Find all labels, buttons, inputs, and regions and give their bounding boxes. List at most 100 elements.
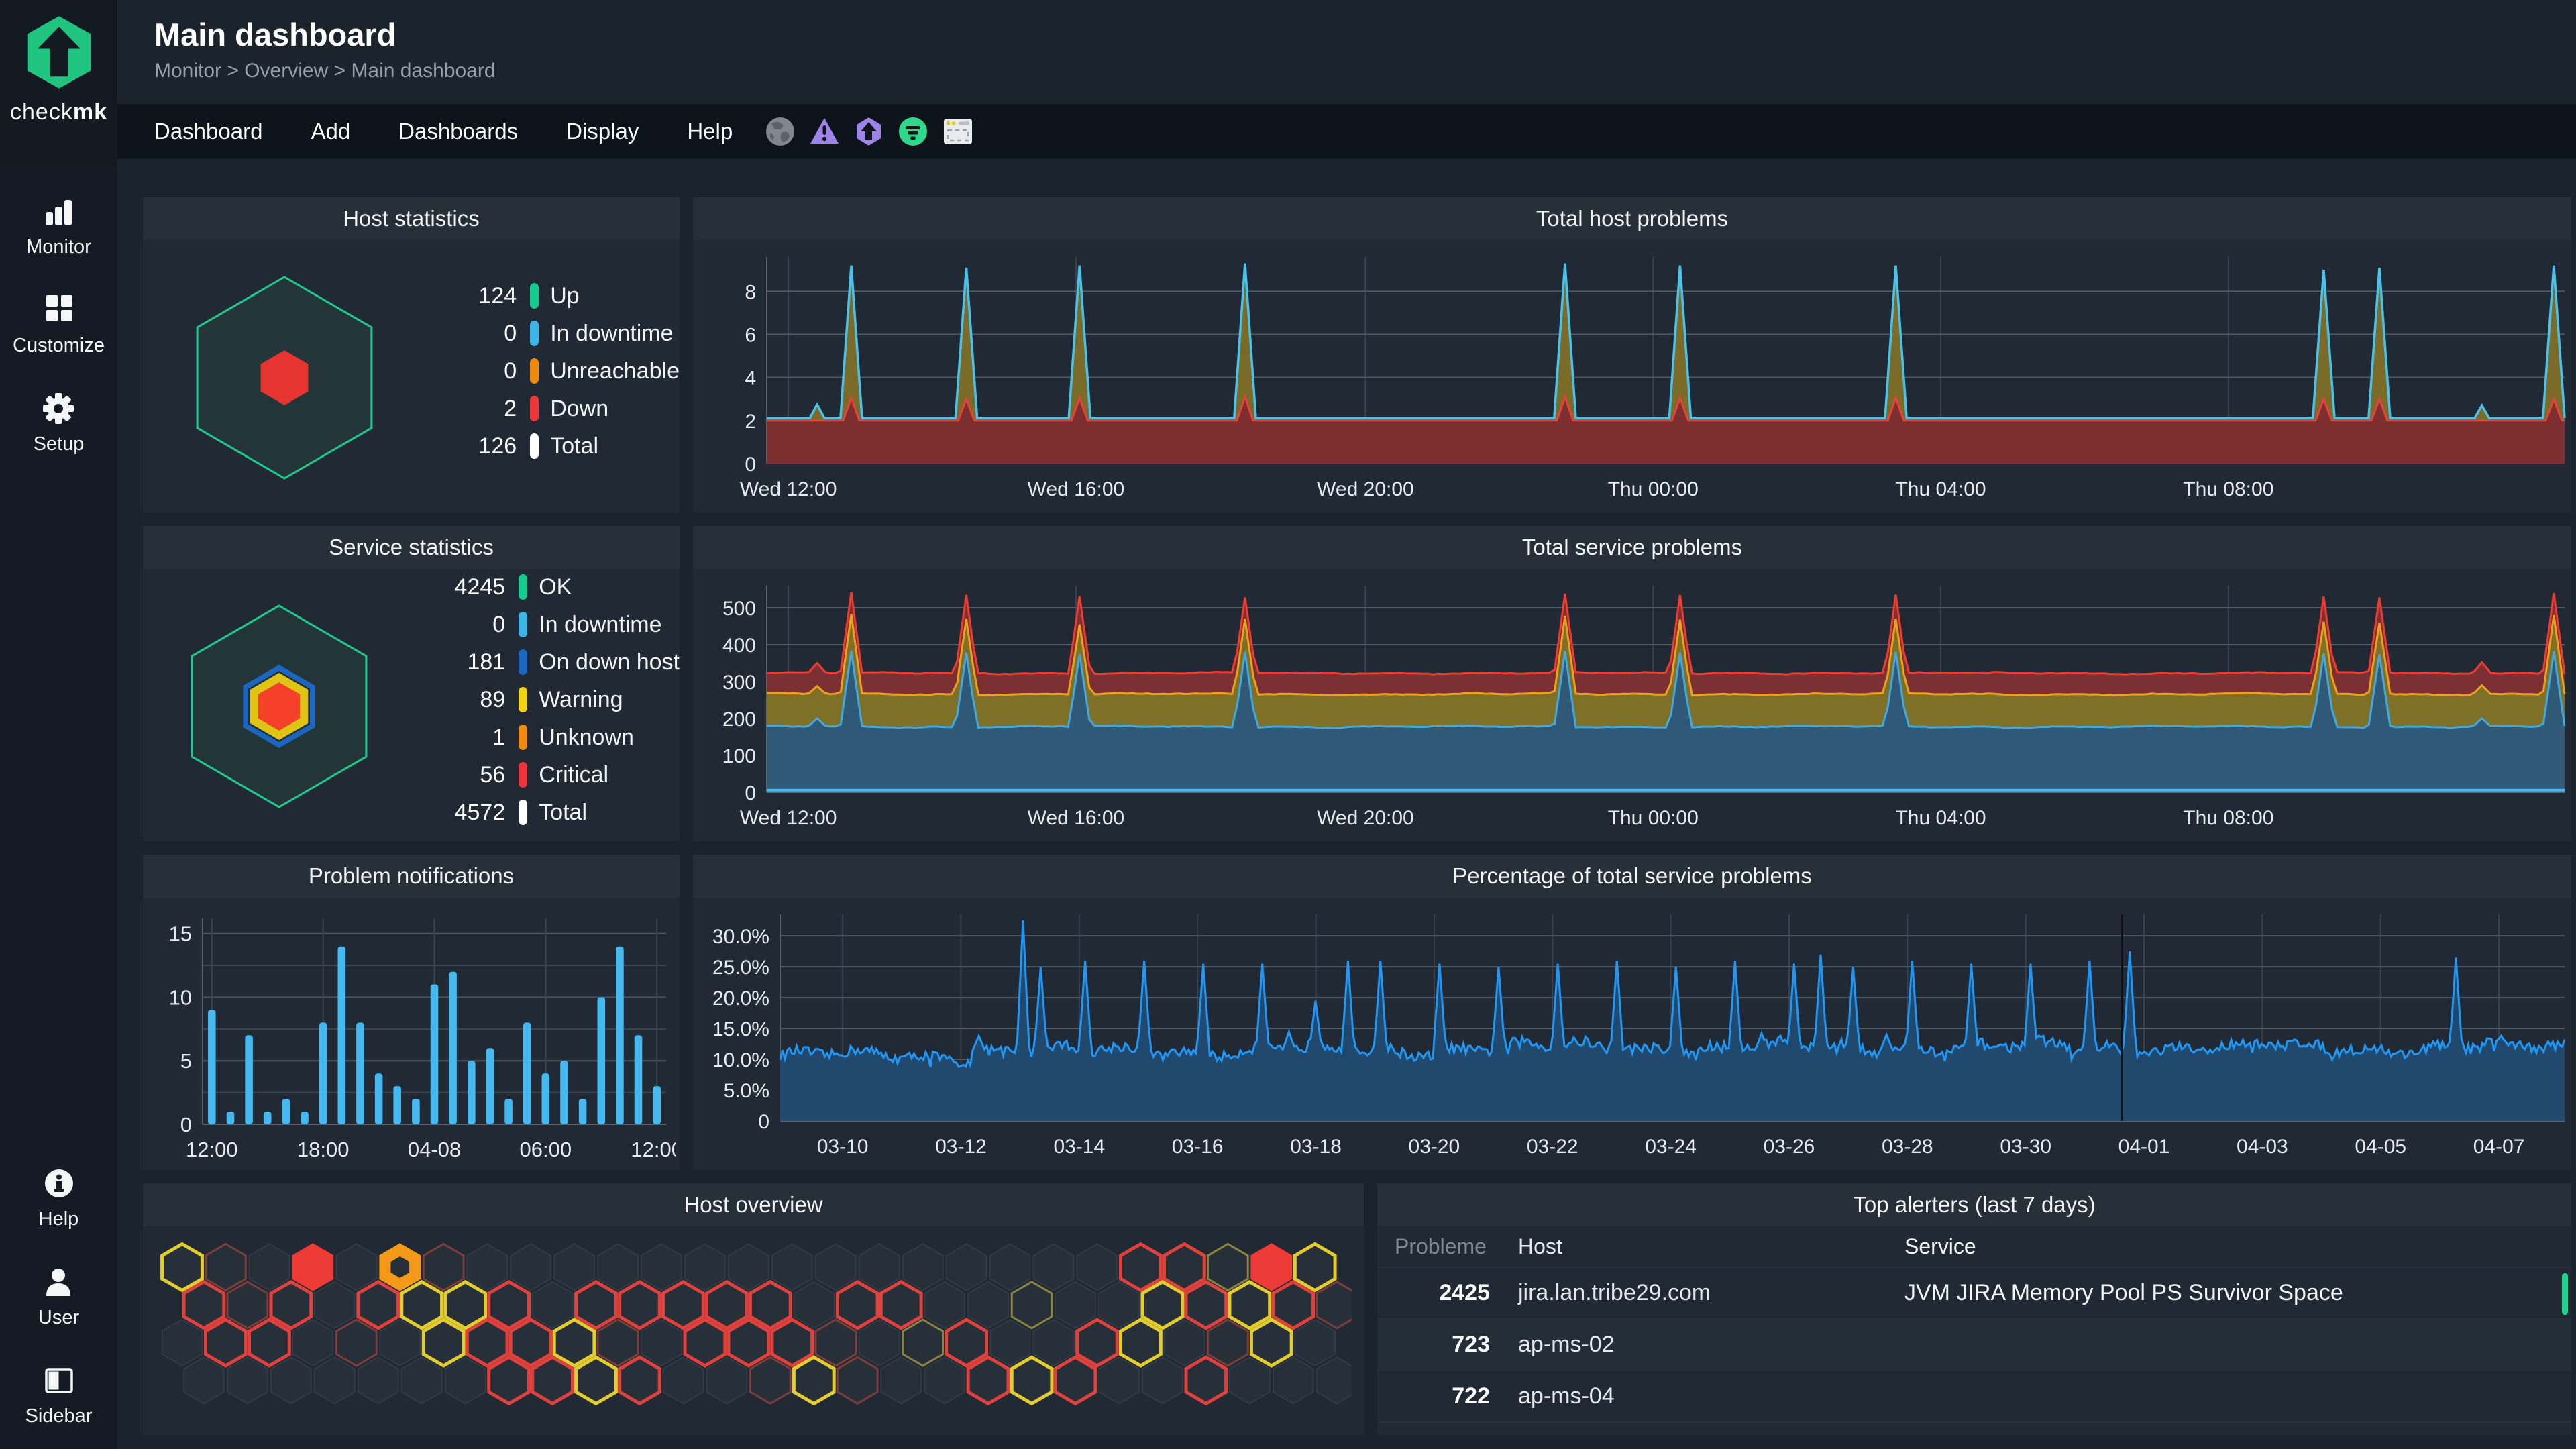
host-hexagon[interactable] [1186,1357,1226,1403]
host-hexagon[interactable] [1077,1320,1118,1366]
host-hexagon[interactable] [402,1357,442,1403]
host-hexagon[interactable] [184,1282,224,1328]
sidebar-item-help[interactable]: Help [39,1167,79,1230]
host-hexagon[interactable] [750,1357,790,1403]
host-hexagon[interactable] [1317,1357,1352,1403]
host-hexagon[interactable] [554,1320,594,1366]
legend-item-on-down-host[interactable]: 181On down host [426,649,680,676]
sidebar-item-monitor[interactable]: Monitor [26,195,91,258]
host-hexagon[interactable] [663,1282,704,1328]
sidebar-item-sidebar-toggle[interactable]: Sidebar [25,1364,93,1428]
column-header-service[interactable]: Service [1904,1234,2562,1259]
host-hexagon[interactable] [816,1244,856,1291]
host-hexagon[interactable] [467,1320,507,1366]
host-hexagon[interactable] [620,1282,660,1328]
filter-icon[interactable] [898,116,928,147]
host-hexagon[interactable] [1055,1282,1095,1328]
host-hexagon[interactable] [184,1357,224,1403]
host-hexagon[interactable] [881,1357,921,1403]
host-hexagon[interactable] [1295,1244,1335,1291]
host-hexagon[interactable] [837,1357,877,1403]
legend-item-in-downtime[interactable]: 0In downtime [437,320,680,347]
host-hexagon[interactable] [707,1357,747,1403]
host-hexagon[interactable] [859,1320,900,1366]
legend-item-total[interactable]: 4572Total [426,799,680,826]
host-hexagon[interactable] [162,1320,203,1366]
host-hexagon[interactable] [859,1244,900,1291]
host-hexagon[interactable] [1230,1357,1270,1403]
warning-triangle-icon[interactable] [809,116,840,147]
scrollbar-thumb[interactable] [2562,1273,2568,1315]
host-hexagon[interactable] [445,1357,486,1403]
sidebar-item-customize[interactable]: Customize [13,293,105,357]
host-hexagon[interactable] [315,1357,355,1403]
host-hexagon[interactable] [423,1244,464,1291]
host-hexagon[interactable] [1295,1320,1335,1366]
host-hexagon[interactable] [1165,1320,1205,1366]
checkmk-shield-icon[interactable] [853,116,884,147]
host-hexagon[interactable] [598,1244,638,1291]
host-hexagon[interactable] [402,1282,442,1328]
host-hexagon[interactable] [1012,1357,1052,1403]
host-hexagon[interactable] [598,1320,638,1366]
sidebar-item-user[interactable]: User [38,1265,79,1329]
legend-item-warning[interactable]: 89Warning [426,686,680,713]
host-hexagon[interactable] [576,1282,616,1328]
host-hexagon[interactable] [206,1320,246,1366]
legend-item-unreachable[interactable]: 0Unreachable [437,358,680,384]
host-hexagon[interactable] [554,1244,594,1291]
window-icon[interactable] [942,116,974,147]
host-hexagon[interactable] [358,1357,398,1403]
host-hexagon[interactable] [1077,1244,1118,1291]
host-hexagon[interactable] [685,1320,725,1366]
host-hexagon[interactable] [707,1282,747,1328]
legend-item-in-downtime[interactable]: 0In downtime [426,611,680,638]
host-hexagon[interactable] [924,1357,965,1403]
host-hexagon[interactable] [816,1320,856,1366]
legend-item-critical[interactable]: 56Critical [426,761,680,788]
host-hexagon[interactable] [336,1320,376,1366]
host-hexagon[interactable] [1165,1244,1205,1291]
host-hexagon[interactable] [1099,1282,1139,1328]
host-hexagon[interactable] [1142,1282,1183,1328]
host-hexagon[interactable] [729,1320,769,1366]
host-hexagon[interactable] [250,1244,290,1291]
host-hexagon[interactable] [729,1244,769,1291]
host-hexagon[interactable] [620,1357,660,1403]
host-hexagon[interactable] [772,1244,812,1291]
host-hexagon[interactable] [380,1320,420,1366]
host-hexagon[interactable] [1099,1357,1139,1403]
checkmk-logo[interactable]: checkmk [0,0,117,168]
host-hexagon[interactable] [990,1320,1030,1366]
host-hexagon[interactable] [1034,1320,1074,1366]
host-hexagon[interactable] [533,1357,573,1403]
host-hexagon[interactable] [315,1282,355,1328]
legend-item-ok[interactable]: 4245OK [426,574,680,600]
host-hexagon[interactable] [924,1282,965,1328]
host-hexagon[interactable] [1251,1320,1291,1366]
table-row[interactable]: 722 ap-ms-04 [1377,1371,2571,1423]
host-hexagon[interactable] [750,1282,790,1328]
host-hexagon[interactable] [1034,1244,1074,1291]
host-hexagon[interactable] [968,1282,1008,1328]
menu-dashboard[interactable]: Dashboard [154,119,262,144]
legend-item-down[interactable]: 2Down [437,395,680,422]
host-hexagon[interactable] [794,1357,834,1403]
host-hexagon[interactable] [423,1320,464,1366]
host-hexagon[interactable] [489,1357,529,1403]
host-hexagon[interactable] [837,1282,877,1328]
host-hexagon[interactable] [1317,1282,1352,1328]
host-hexagon[interactable] [663,1357,704,1403]
host-hexagon[interactable] [1273,1357,1313,1403]
host-hexagon[interactable] [271,1357,311,1403]
host-hexagon[interactable] [358,1282,398,1328]
host-hexagon[interactable] [336,1244,376,1291]
host-hexagon[interactable] [968,1357,1008,1403]
host-hexagon[interactable] [947,1320,987,1366]
host-hexagon[interactable] [206,1244,246,1291]
sidebar-item-setup[interactable]: Setup [34,392,85,455]
host-hexagon[interactable] [1208,1320,1248,1366]
host-hexagon[interactable] [162,1244,203,1291]
table-row[interactable]: 723 ap-ms-02 [1377,1320,2571,1371]
host-hexagon[interactable] [445,1282,486,1328]
